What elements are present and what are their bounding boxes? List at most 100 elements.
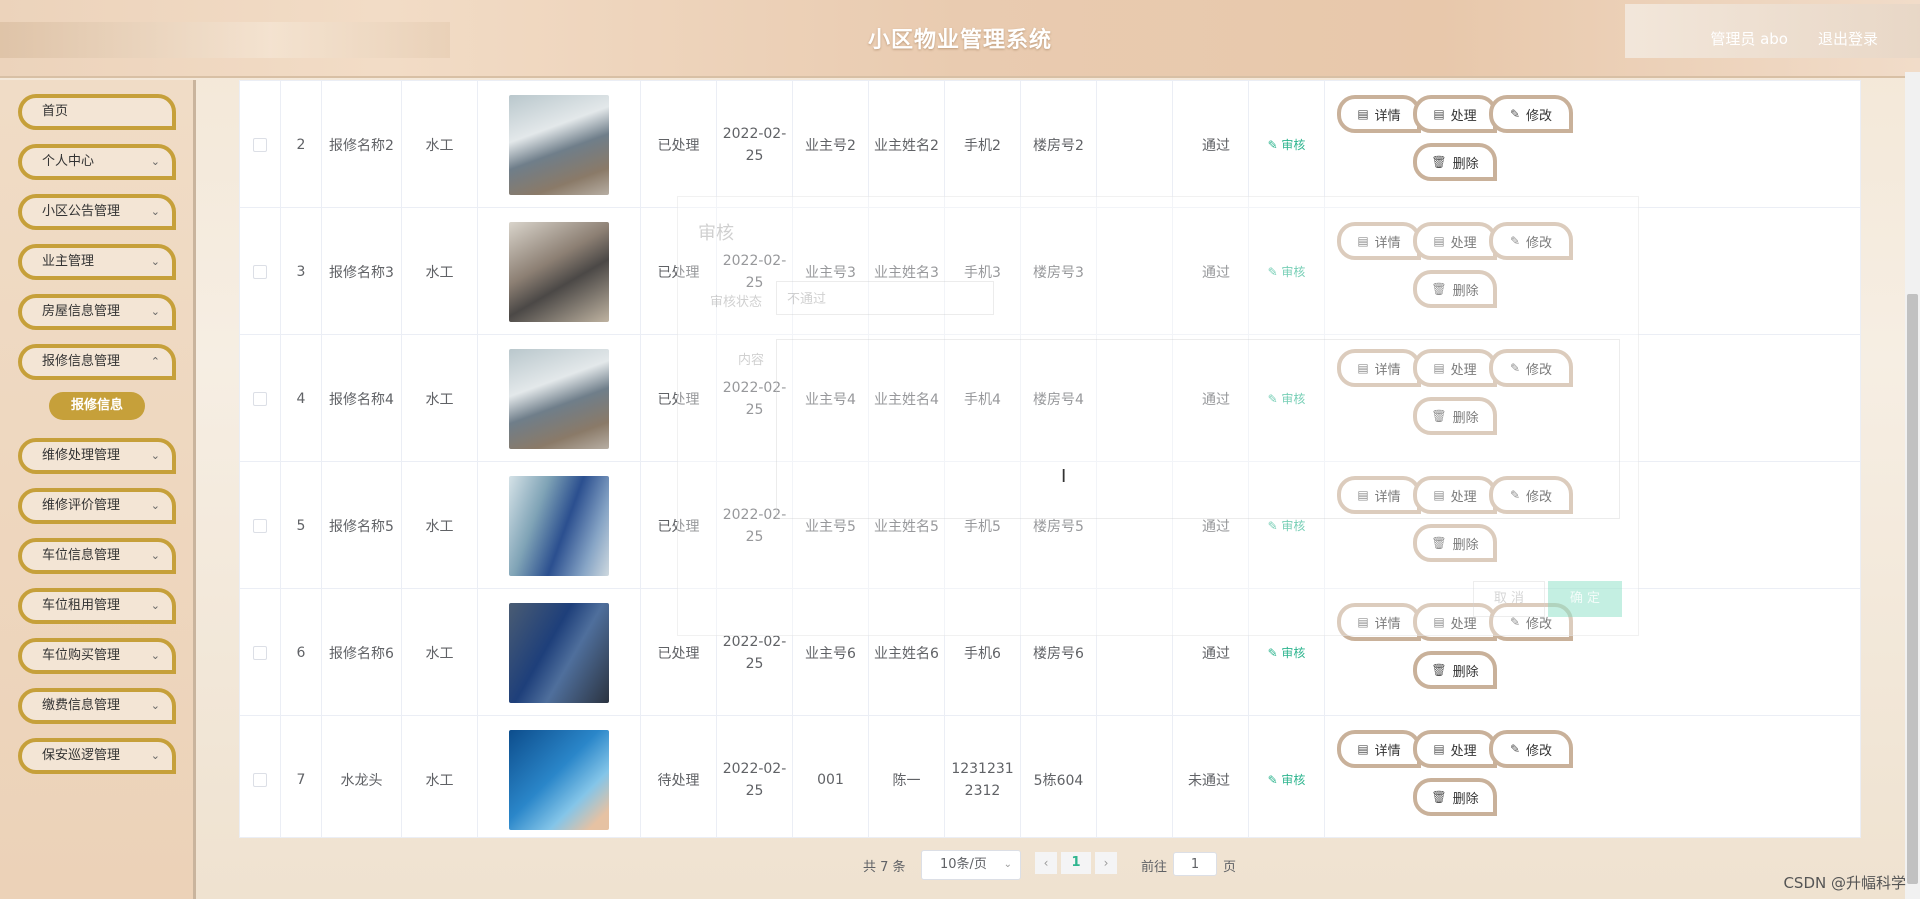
goto-page-input[interactable]: [1173, 852, 1217, 876]
cell-owner-name: 业主姓名3: [869, 208, 945, 335]
audit-button[interactable]: ✎ 审核: [1268, 517, 1306, 534]
cell-text: 楼房号3: [1033, 264, 1084, 281]
row-checkbox[interactable]: [253, 772, 267, 787]
cell-text: 已处理: [657, 264, 700, 281]
audit-button[interactable]: ✎ 审核: [1268, 771, 1306, 788]
cell-audit: 通过: [1173, 589, 1249, 716]
cell-text: 已处理: [657, 137, 700, 154]
row-checkbox[interactable]: [253, 645, 267, 660]
edit-button[interactable]: ✎ 修改: [1489, 603, 1573, 641]
document-icon: ▤: [1357, 107, 1369, 121]
sidebar-item-parking-rent[interactable]: 车位租用管理 ⌄: [18, 588, 176, 624]
row-checkbox[interactable]: [253, 518, 267, 533]
audit-button[interactable]: ✎ 审核: [1268, 390, 1306, 407]
page-size-select[interactable]: 10条/页 ⌄: [921, 850, 1021, 880]
repair-photo[interactable]: [509, 729, 609, 830]
cell-phone: 手机5: [945, 462, 1021, 589]
table-row: 2 报修名称2 水工 已处理 2022-02-25 业主号2 业主姓名2 手机2 楼房号2 通过 ✎…: [240, 81, 1860, 208]
total-count: 共 7 条: [863, 860, 906, 875]
prev-page-button[interactable]: ‹: [1035, 852, 1057, 874]
delete-button[interactable]: 🗑 删除: [1413, 778, 1497, 816]
repair-photo[interactable]: [509, 348, 609, 449]
button-label: 删除: [1452, 537, 1479, 553]
sidebar-item-maintenance[interactable]: 维修处理管理 ⌄: [18, 438, 176, 474]
edit-button[interactable]: ✎ 修改: [1489, 349, 1573, 387]
cell-owner-no: 业主号5: [793, 462, 869, 589]
handle-button[interactable]: ▤ 处理: [1413, 476, 1497, 514]
delete-button[interactable]: 🗑 删除: [1413, 143, 1497, 181]
sidebar-item-home[interactable]: 首页: [18, 94, 176, 130]
repair-photo[interactable]: [509, 94, 609, 195]
next-page-button[interactable]: ›: [1095, 852, 1117, 874]
delete-button[interactable]: 🗑 删除: [1413, 651, 1497, 689]
sidebar-item-house[interactable]: 房屋信息管理 ⌄: [18, 294, 176, 330]
cell-checkbox: [240, 462, 281, 589]
handle-button[interactable]: ▤ 处理: [1413, 222, 1497, 260]
cell-type: 水工: [402, 208, 478, 335]
handle-button[interactable]: ▤ 处理: [1413, 349, 1497, 387]
cell-text: 已处理: [657, 645, 700, 662]
audit-button[interactable]: ✎ 审核: [1268, 644, 1306, 661]
delete-button[interactable]: 🗑 删除: [1413, 270, 1497, 308]
handle-button[interactable]: ▤ 处理: [1413, 730, 1497, 768]
cell-empty: [1097, 208, 1173, 335]
cell-actions: ▤ 详情 ▤ 处理 ✎ 修改 🗑 删除: [1325, 208, 1860, 335]
trash-icon: 🗑: [1431, 536, 1447, 550]
edit-button[interactable]: ✎ 修改: [1489, 222, 1573, 260]
detail-button[interactable]: ▤ 详情: [1337, 476, 1421, 514]
scrollbar-thumb[interactable]: [1907, 294, 1918, 884]
sidebar-item-notice[interactable]: 小区公告管理 ⌄: [18, 194, 176, 230]
edit-button[interactable]: ✎ 修改: [1489, 730, 1573, 768]
page-number-current[interactable]: 1: [1061, 852, 1091, 874]
sidebar-item-evaluation[interactable]: 维修评价管理 ⌄: [18, 488, 176, 524]
repair-photo[interactable]: [509, 221, 609, 322]
cell-text: 水工: [425, 645, 454, 662]
audit-button[interactable]: ✎ 审核: [1268, 136, 1306, 153]
cell-text: 手机2: [964, 137, 1001, 154]
row-checkbox[interactable]: [253, 391, 267, 406]
row-checkbox[interactable]: [253, 137, 267, 152]
pencil-icon: ✎: [1509, 234, 1521, 248]
sidebar-item-parking-info[interactable]: 车位信息管理 ⌄: [18, 538, 176, 574]
detail-button[interactable]: ▤ 详情: [1337, 222, 1421, 260]
logout-link[interactable]: 退出登录: [1818, 28, 1878, 49]
goto-label: 前往: [1141, 860, 1168, 875]
button-label: 删除: [1452, 283, 1479, 299]
detail-button[interactable]: ▤ 详情: [1337, 349, 1421, 387]
cell-status: 待处理: [641, 716, 717, 837]
delete-button[interactable]: 🗑 删除: [1413, 397, 1497, 435]
edit-button[interactable]: ✎ 修改: [1489, 476, 1573, 514]
detail-button[interactable]: ▤ 详情: [1337, 95, 1421, 133]
row-checkbox[interactable]: [253, 264, 267, 279]
audit-button[interactable]: ✎ 审核: [1268, 263, 1306, 280]
document-icon: ▤: [1433, 488, 1445, 502]
button-label: 详情: [1374, 616, 1401, 632]
cell-text: 水工: [425, 264, 454, 281]
detail-button[interactable]: ▤ 详情: [1337, 603, 1421, 641]
page-scrollbar[interactable]: [1905, 72, 1920, 899]
chevron-up-icon: ⌃: [150, 355, 160, 368]
sidebar-item-repair[interactable]: 报修信息管理 ⌃: [18, 344, 176, 380]
delete-button[interactable]: 🗑 删除: [1413, 524, 1497, 562]
detail-button[interactable]: ▤ 详情: [1337, 730, 1421, 768]
cell-text: 手机5: [964, 518, 1001, 535]
cell-owner-no: 001: [793, 716, 869, 837]
pencil-icon: ✎: [1509, 742, 1521, 756]
cell-status: 已处理: [641, 335, 717, 462]
sidebar-item-owner[interactable]: 业主管理 ⌄: [18, 244, 176, 280]
edit-button[interactable]: ✎ 修改: [1489, 95, 1573, 133]
button-label: 修改: [1526, 108, 1553, 124]
sidebar-item-personal-center[interactable]: 个人中心 ⌄: [18, 144, 176, 180]
repair-photo[interactable]: [509, 602, 609, 703]
app-header: 小区物业管理系统 管理员 abo 退出登录: [0, 0, 1920, 78]
handle-button[interactable]: ▤ 处理: [1413, 603, 1497, 641]
sidebar-item-patrol[interactable]: 保安巡逻管理 ⌄: [18, 738, 176, 774]
cell-photo: [478, 716, 641, 837]
sidebar-item-label: 个人中心: [42, 154, 95, 169]
handle-button[interactable]: ▤ 处理: [1413, 95, 1497, 133]
repair-photo[interactable]: [509, 475, 609, 576]
sidebar-item-payment[interactable]: 缴费信息管理 ⌄: [18, 688, 176, 724]
cell-audit: 未通过: [1173, 716, 1249, 837]
sidebar-item-parking-buy[interactable]: 车位购买管理 ⌄: [18, 638, 176, 674]
sidebar-subitem-repair-info[interactable]: 报修信息: [49, 392, 145, 420]
